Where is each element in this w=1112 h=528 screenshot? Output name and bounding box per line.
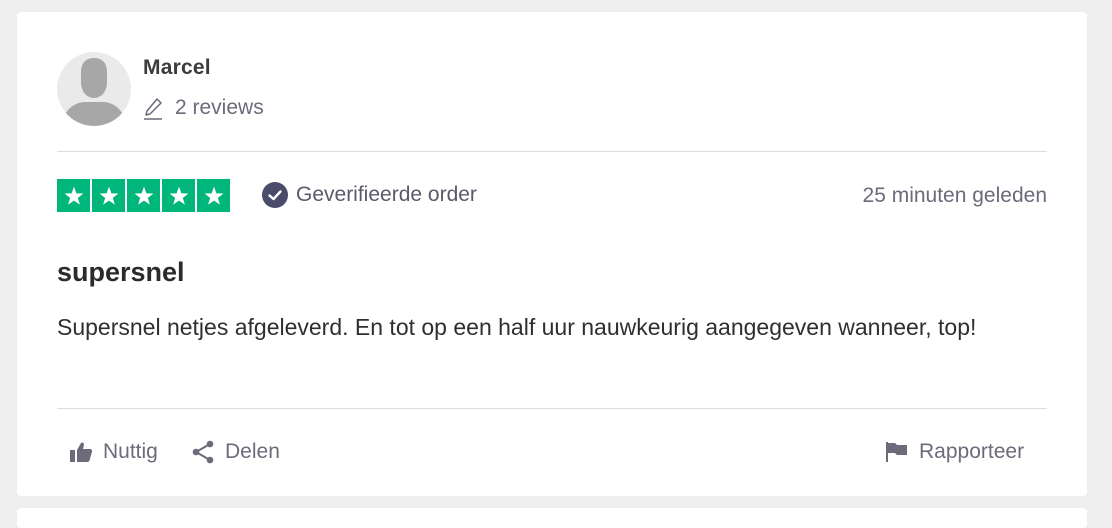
helpful-label: Nuttig [103,440,158,463]
review-timestamp: 25 minuten geleden [862,184,1047,207]
user-silhouette-icon [63,58,125,126]
star-5 [197,179,230,212]
share-icon [192,440,214,464]
reviewer-name[interactable]: Marcel [143,56,211,80]
review-card: Marcel 2 reviews Geverifieerde order 25 … [17,12,1087,496]
pencil-icon [144,98,162,120]
star-icon [134,186,153,205]
report-button[interactable]: Rapporteer [885,440,1024,464]
next-review-card [17,508,1087,528]
star-4 [162,179,195,212]
share-button[interactable]: Delen [191,440,280,464]
verified-badge[interactable]: Geverifieerde order [262,182,477,208]
avatar[interactable] [57,52,131,126]
reviews-count-label: 2 reviews [175,96,264,119]
star-icon [169,186,188,205]
divider [57,408,1047,409]
helpful-button[interactable]: Nuttig [69,440,158,464]
flag-icon [886,442,907,462]
star-2 [92,179,125,212]
star-rating [57,179,230,212]
star-3 [127,179,160,212]
check-circle-icon [262,182,288,208]
star-icon [64,186,83,205]
verified-label: Geverifieerde order [296,183,477,206]
reviewer-review-count: 2 reviews [143,96,264,120]
report-label: Rapporteer [919,440,1025,463]
review-title: supersnel [57,257,185,287]
star-1 [57,179,90,212]
divider [57,151,1047,152]
thumbs-up-icon [70,442,93,462]
share-label: Delen [225,440,280,463]
review-body: Supersnel netjes afgeleverd. En tot op e… [57,314,977,340]
star-icon [204,186,223,205]
star-icon [99,186,118,205]
